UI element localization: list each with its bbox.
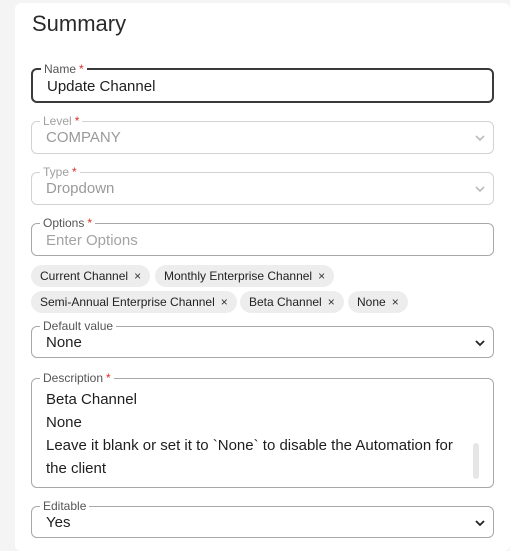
chevron-down-icon: [475, 186, 485, 193]
chip-label: Semi-Annual Enterprise Channel: [40, 295, 215, 309]
close-icon[interactable]: ×: [318, 265, 325, 287]
options-placeholder[interactable]: Enter Options: [46, 232, 138, 249]
description-label: Description *: [40, 371, 114, 385]
close-icon[interactable]: ×: [392, 291, 399, 313]
description-line: Beta Channel: [46, 391, 137, 408]
type-select: Type * Dropdown: [31, 165, 494, 205]
chevron-down-icon[interactable]: [473, 516, 487, 530]
section-title: Summary: [32, 11, 127, 36]
description-textarea[interactable]: Description * Beta Channel None Leave it …: [31, 371, 494, 488]
description-line: Leave it blank or set it to `None` to di…: [46, 437, 453, 454]
editable-value[interactable]: Yes: [46, 514, 70, 531]
option-chip: Monthly Enterprise Channel ×: [155, 265, 335, 287]
chip-label: Current Channel: [40, 269, 129, 283]
close-icon[interactable]: ×: [221, 291, 228, 313]
name-input-value[interactable]: Update Channel: [47, 78, 155, 95]
default-value-value[interactable]: None: [46, 334, 82, 351]
chip-label: Monthly Enterprise Channel: [164, 269, 313, 283]
chip-label: None: [357, 295, 386, 309]
type-label: Type *: [40, 165, 80, 179]
level-label: Level *: [40, 114, 83, 128]
description-line: None: [46, 414, 82, 431]
option-chip: Semi-Annual Enterprise Channel ×: [31, 291, 237, 313]
level-value: COMPANY: [46, 129, 121, 146]
default-value-select[interactable]: Default value None: [31, 319, 494, 358]
options-label: Options *: [40, 216, 96, 230]
name-field[interactable]: Name * Update Channel: [31, 62, 494, 103]
close-icon[interactable]: ×: [134, 265, 141, 287]
default-value-label: Default value: [40, 319, 117, 333]
option-chips: Current Channel × Monthly Enterprise Cha…: [31, 265, 501, 315]
description-scrollbar[interactable]: [473, 443, 479, 479]
level-select: Level * COMPANY: [31, 114, 494, 154]
close-icon[interactable]: ×: [328, 291, 335, 313]
editable-label: Editable: [40, 499, 90, 513]
chip-label: Beta Channel: [249, 295, 322, 309]
chevron-down-icon: [475, 135, 485, 142]
name-label: Name *: [41, 62, 87, 76]
option-chip: Current Channel ×: [31, 265, 151, 287]
description-line: the client: [46, 460, 107, 477]
editable-select[interactable]: Editable Yes: [31, 499, 494, 538]
chevron-down-icon[interactable]: [473, 336, 487, 350]
options-input[interactable]: Options * Enter Options: [31, 216, 494, 256]
option-chip: None ×: [348, 291, 408, 313]
option-chip: Beta Channel ×: [240, 291, 344, 313]
type-value: Dropdown: [46, 180, 115, 197]
